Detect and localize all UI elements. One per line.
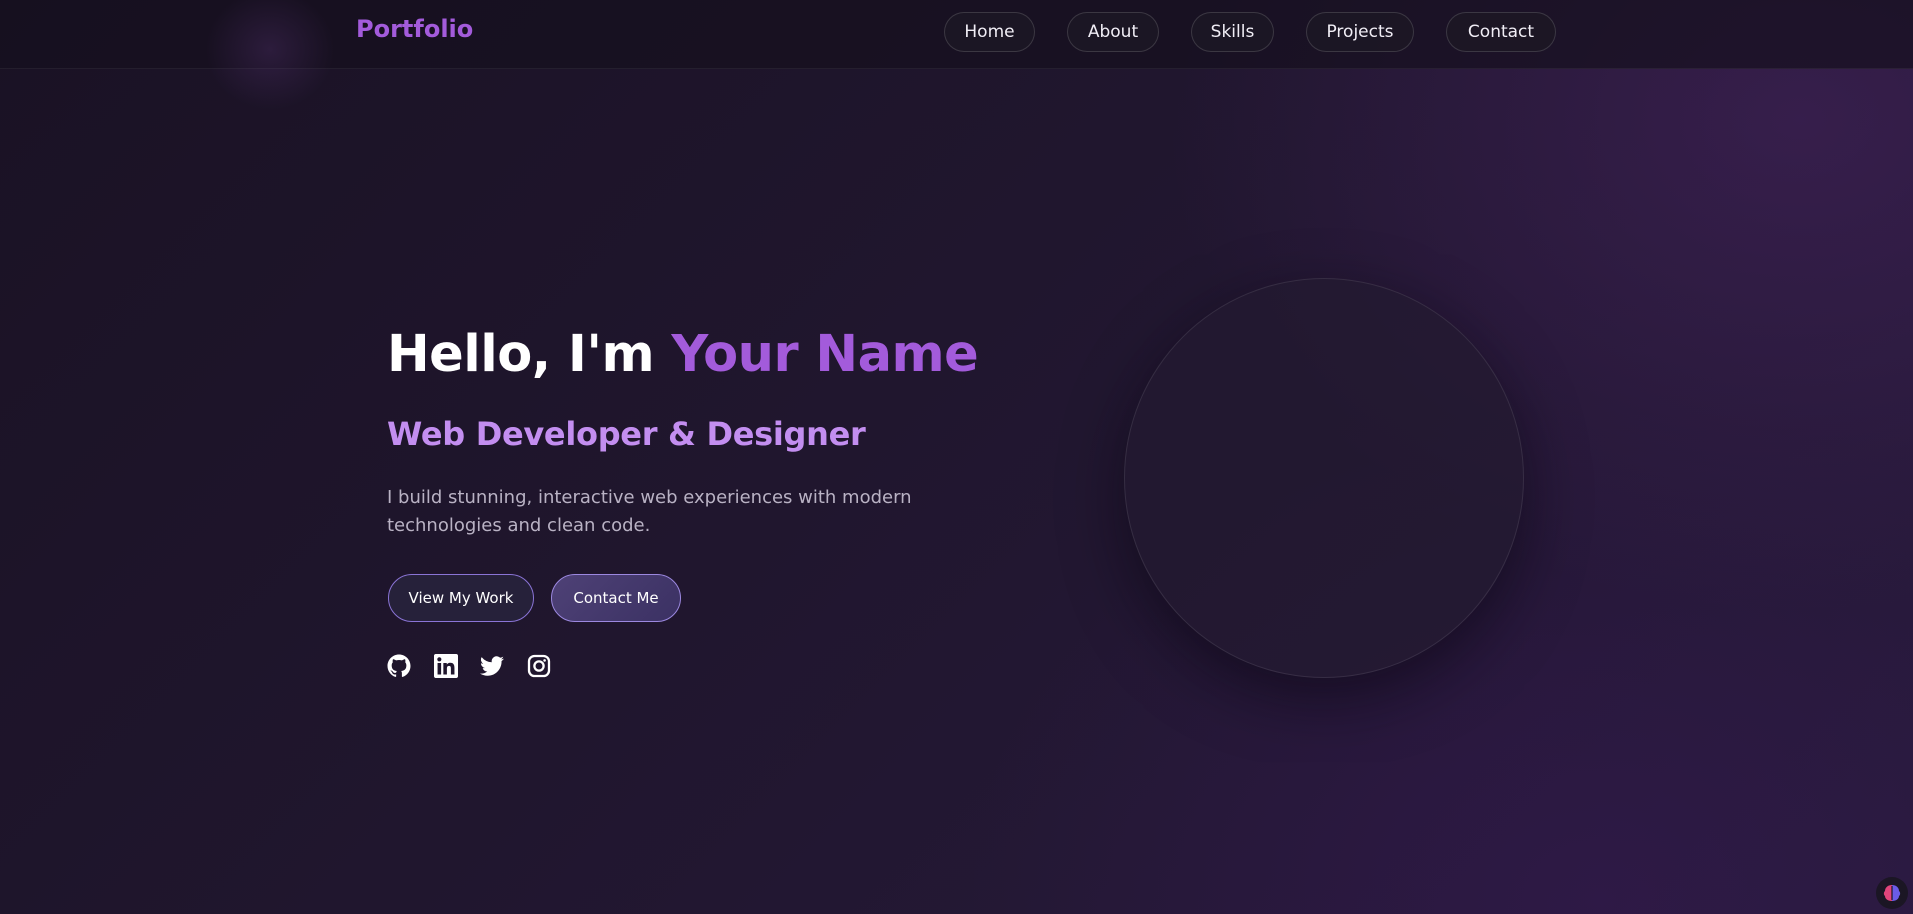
- assistant-badge[interactable]: [1876, 877, 1908, 909]
- profile-image-placeholder: [1124, 278, 1524, 678]
- github-icon[interactable]: [387, 654, 411, 678]
- hero-description: I build stunning, interactive web experi…: [387, 487, 912, 536]
- twitter-icon[interactable]: [480, 654, 504, 678]
- logo[interactable]: Portfolio: [356, 15, 473, 43]
- view-work-button[interactable]: View My Work: [388, 574, 534, 622]
- contact-button[interactable]: Contact Me: [551, 574, 681, 622]
- hero-subtitle: Web Developer & Designer: [387, 415, 866, 453]
- nav-link-contact[interactable]: Contact: [1446, 12, 1556, 52]
- nav-link-skills[interactable]: Skills: [1191, 12, 1274, 52]
- nav-glow: [205, 0, 335, 110]
- nav-link-about[interactable]: About: [1067, 12, 1159, 52]
- hero-name: Your Name: [671, 325, 979, 384]
- nav-link-projects[interactable]: Projects: [1306, 12, 1414, 52]
- instagram-icon[interactable]: [527, 654, 551, 678]
- linkedin-icon[interactable]: [434, 654, 458, 678]
- hero-title: Hello, I'm Your Name: [387, 325, 979, 384]
- top-navbar: Portfolio Home About Skills Projects Con…: [0, 0, 1913, 110]
- brain-icon: [1883, 885, 1901, 901]
- nav-link-home[interactable]: Home: [944, 12, 1035, 52]
- hero-greeting: Hello, I'm: [387, 325, 672, 384]
